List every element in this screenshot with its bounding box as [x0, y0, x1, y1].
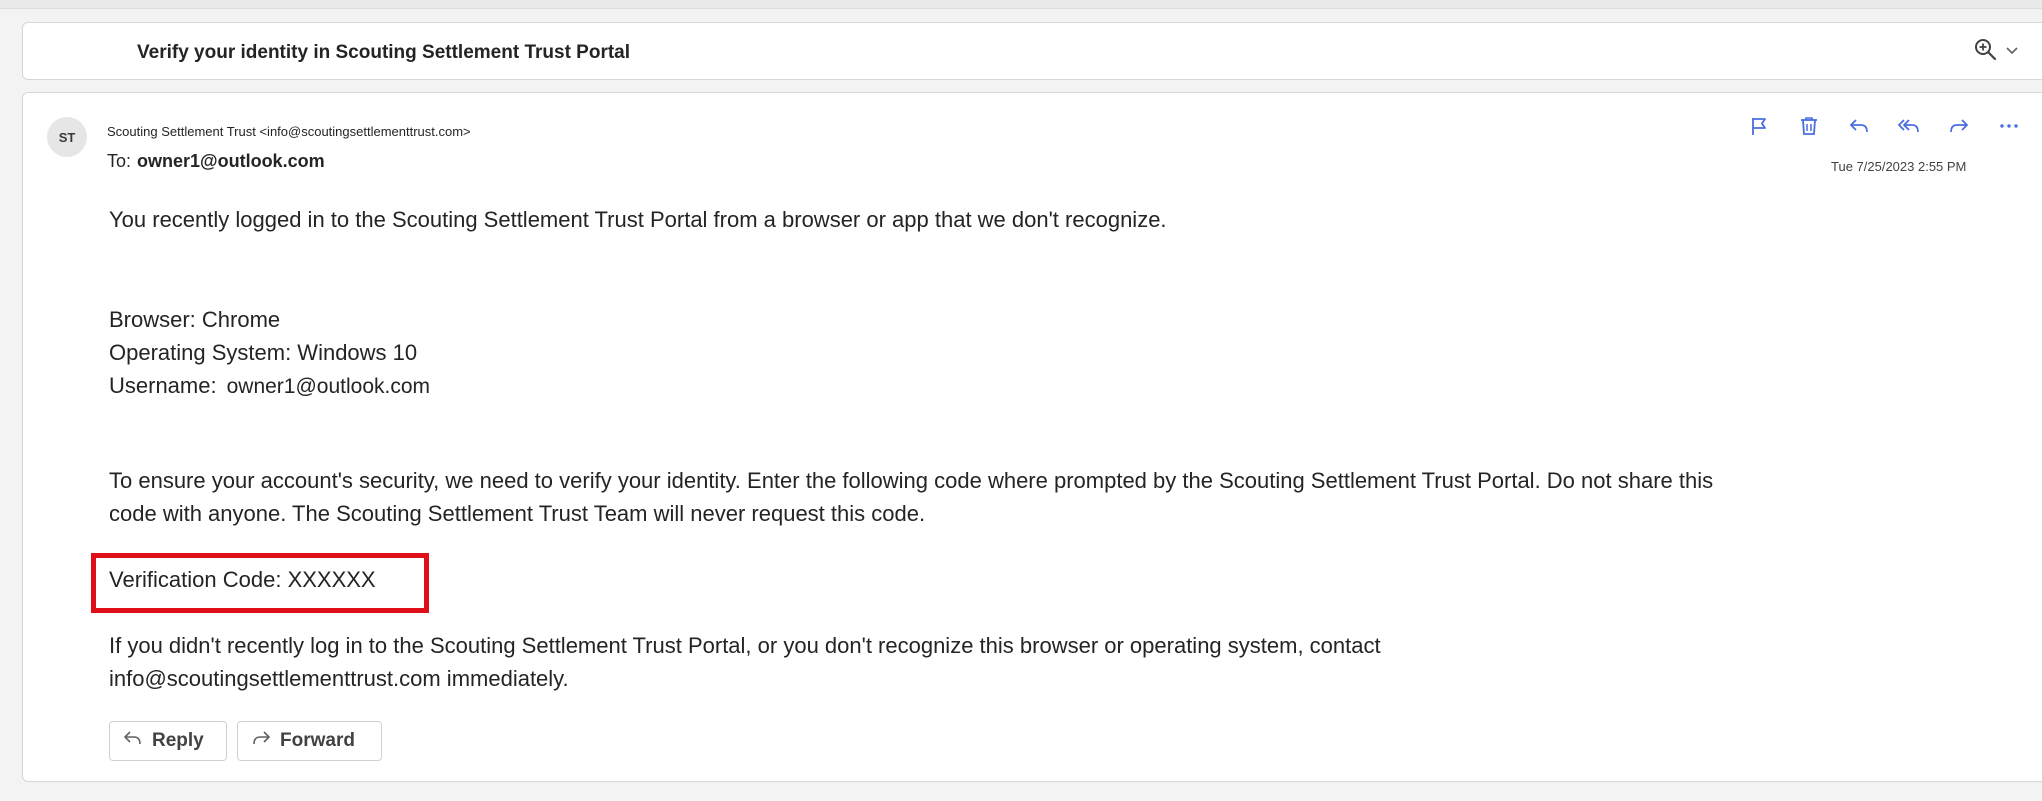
- reply-button[interactable]: Reply: [109, 721, 227, 761]
- os-line: Operating System: Windows 10: [109, 340, 418, 365]
- reply-icon[interactable]: [1843, 110, 1875, 142]
- sender[interactable]: Scouting Settlement Trust <info@scouting…: [107, 124, 471, 139]
- message-pane: ST Scouting Settlement Trust <info@scout…: [22, 92, 2042, 782]
- top-border: [0, 0, 2042, 9]
- closing-line-1: If you didn't recently log in to the Sco…: [109, 633, 1381, 658]
- verification-code: Verification Code: XXXXXX: [109, 563, 376, 596]
- flag-icon[interactable]: [1743, 110, 1775, 142]
- to-label: To:: [107, 151, 132, 171]
- browser-line: Browser: Chrome: [109, 307, 281, 332]
- page: Verify your identity in Scouting Settlem…: [0, 0, 2042, 801]
- delete-icon[interactable]: [1793, 110, 1825, 142]
- username-label: Username:: [109, 373, 217, 398]
- closing-line-2: info@scoutingsettlementtrust.com immedia…: [109, 666, 569, 691]
- forward-button-label: Forward: [280, 730, 355, 751]
- reply-icon: [122, 729, 144, 753]
- verification-code-value: XXXXXX: [287, 567, 376, 592]
- reply-button-label: Reply: [152, 730, 204, 751]
- email-subject: Verify your identity in Scouting Settlem…: [137, 42, 631, 63]
- login-details: Browser: Chrome Operating System: Window…: [109, 303, 430, 403]
- body-intro: You recently logged in to the Scouting S…: [109, 207, 1167, 232]
- reply-all-icon[interactable]: [1893, 110, 1925, 142]
- body-security: To ensure your account's security, we ne…: [109, 464, 2039, 530]
- message-actions: [1743, 109, 2042, 143]
- forward-icon[interactable]: [1943, 110, 1975, 142]
- recipient-line: To: owner1@outlook.com: [107, 151, 325, 172]
- forward-icon: [250, 729, 272, 753]
- username-line: Username: owner1@outlook.com: [109, 369, 430, 403]
- zoom-in-icon: [1973, 37, 1999, 68]
- chevron-down-icon: [2005, 43, 2019, 61]
- body-closing: If you didn't recently log in to the Sco…: [109, 629, 1381, 695]
- more-icon[interactable]: [1993, 110, 2025, 142]
- recipient-address[interactable]: owner1@outlook.com: [137, 151, 325, 171]
- avatar[interactable]: ST: [47, 117, 87, 157]
- forward-button[interactable]: Forward: [237, 721, 382, 761]
- username-value: owner1@outlook.com: [226, 375, 431, 398]
- zoom-button[interactable]: [1973, 35, 2033, 69]
- message-timestamp: Tue 7/25/2023 2:55 PM: [1831, 159, 1967, 174]
- security-line-2: code with anyone. The Scouting Settlemen…: [109, 501, 926, 526]
- verification-code-label: Verification Code:: [109, 567, 282, 592]
- security-line-1: To ensure your account's security, we ne…: [109, 468, 1714, 493]
- subject-header: Verify your identity in Scouting Settlem…: [22, 22, 2042, 80]
